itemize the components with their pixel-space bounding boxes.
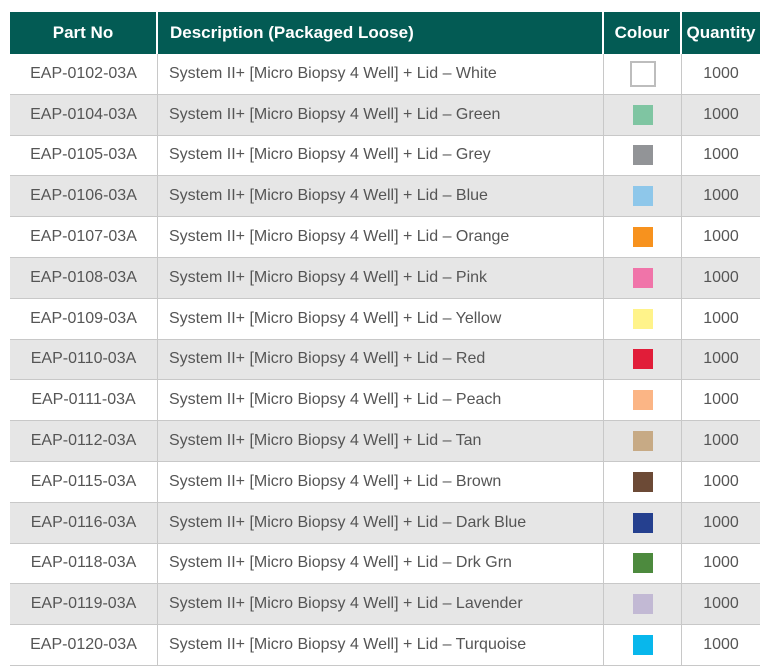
- cell-description: System II+ [Micro Biopsy 4 Well] + Lid –…: [158, 94, 604, 135]
- colour-swatch: [632, 308, 653, 329]
- colour-swatch: [632, 145, 653, 166]
- table-row[interactable]: EAP-0110-03A System II+ [Micro Biopsy 4 W…: [10, 339, 760, 381]
- cell-colour: [604, 625, 682, 665]
- colour-swatch: [632, 104, 653, 125]
- table-row[interactable]: EAP-0119-03A System II+ [Micro Biopsy 4 W…: [10, 584, 760, 626]
- cell-description: System II+ [Micro Biopsy 4 Well] + Lid –…: [158, 461, 604, 502]
- cell-quantity: 1000: [703, 105, 739, 123]
- cell-colour: [604, 54, 682, 94]
- table-row[interactable]: EAP-0109-03A System II+ [Micro Biopsy 4 W…: [10, 298, 760, 340]
- cell-quantity: 1000: [703, 64, 739, 82]
- cell-description: System II+ [Micro Biopsy 4 Well] + Lid –…: [158, 217, 604, 257]
- cell-part-no: EAP-0110-03A: [10, 339, 158, 380]
- colour-swatch: [632, 635, 653, 656]
- cell-quantity: 1000: [703, 309, 739, 327]
- header-quantity[interactable]: Quantity: [682, 12, 760, 54]
- cell-part-no: EAP-0116-03A: [10, 502, 158, 543]
- cell-colour: [604, 461, 682, 502]
- header-part-no[interactable]: Part No: [10, 12, 158, 54]
- header-colour[interactable]: Colour: [604, 12, 682, 54]
- cell-description: System II+ [Micro Biopsy 4 Well] + Lid –…: [158, 502, 604, 543]
- cell-description: System II+ [Micro Biopsy 4 Well] + Lid –…: [158, 135, 604, 176]
- cell-colour: [604, 257, 682, 298]
- colour-swatch: [632, 267, 653, 288]
- cell-quantity: 1000: [703, 432, 739, 450]
- table-row[interactable]: EAP-0111-03A System II+ [Micro Biopsy 4 W…: [10, 380, 760, 422]
- table-body: EAP-0102-03A System II+ [Micro Biopsy 4 W…: [10, 54, 760, 666]
- cell-quantity: 1000: [703, 146, 739, 164]
- colour-swatch: [632, 471, 653, 492]
- table-header: Part No Description (Packaged Loose) Col…: [10, 12, 760, 54]
- cell-quantity: 1000: [703, 391, 739, 409]
- cell-description: System II+ [Micro Biopsy 4 Well] + Lid –…: [158, 54, 604, 94]
- table-row[interactable]: EAP-0108-03A System II+ [Micro Biopsy 4 W…: [10, 257, 760, 299]
- cell-quantity: 1000: [703, 228, 739, 246]
- table-row[interactable]: EAP-0107-03A System II+ [Micro Biopsy 4 W…: [10, 217, 760, 258]
- cell-description: System II+ [Micro Biopsy 4 Well] + Lid –…: [158, 625, 604, 665]
- header-description[interactable]: Description (Packaged Loose): [158, 12, 604, 54]
- table-row[interactable]: EAP-0112-03A System II+ [Micro Biopsy 4 W…: [10, 421, 760, 462]
- product-table: Part No Description (Packaged Loose) Col…: [10, 12, 760, 666]
- cell-quantity: 1000: [703, 472, 739, 490]
- cell-quantity: 1000: [703, 268, 739, 286]
- cell-colour: [604, 421, 682, 461]
- cell-part-no: EAP-0104-03A: [10, 94, 158, 135]
- cell-part-no: EAP-0118-03A: [10, 543, 158, 584]
- cell-colour: [604, 339, 682, 380]
- cell-colour: [604, 135, 682, 176]
- cell-description: System II+ [Micro Biopsy 4 Well] + Lid –…: [158, 543, 604, 584]
- cell-description: System II+ [Micro Biopsy 4 Well] + Lid –…: [158, 257, 604, 298]
- cell-colour: [604, 543, 682, 584]
- table-row[interactable]: EAP-0104-03A System II+ [Micro Biopsy 4 W…: [10, 94, 760, 136]
- colour-swatch: [632, 390, 653, 411]
- cell-quantity: 1000: [703, 554, 739, 572]
- colour-swatch: [632, 227, 653, 248]
- cell-colour: [604, 380, 682, 421]
- colour-swatch: [632, 186, 653, 207]
- cell-colour: [604, 176, 682, 217]
- cell-quantity: 1000: [703, 595, 739, 613]
- colour-swatch: [632, 594, 653, 615]
- cell-description: System II+ [Micro Biopsy 4 Well] + Lid –…: [158, 176, 604, 217]
- cell-colour: [604, 502, 682, 543]
- cell-part-no: EAP-0111-03A: [10, 380, 158, 421]
- cell-quantity: 1000: [703, 350, 739, 368]
- colour-swatch: [629, 60, 656, 87]
- cell-part-no: EAP-0120-03A: [10, 625, 158, 665]
- cell-description: System II+ [Micro Biopsy 4 Well] + Lid –…: [158, 339, 604, 380]
- cell-colour: [604, 94, 682, 135]
- cell-part-no: EAP-0112-03A: [10, 421, 158, 461]
- cell-quantity: 1000: [703, 187, 739, 205]
- colour-swatch: [632, 431, 653, 452]
- cell-part-no: EAP-0107-03A: [10, 217, 158, 257]
- cell-colour: [604, 217, 682, 257]
- colour-swatch: [632, 349, 653, 370]
- colour-swatch: [632, 512, 653, 533]
- cell-part-no: EAP-0105-03A: [10, 135, 158, 176]
- cell-description: System II+ [Micro Biopsy 4 Well] + Lid –…: [158, 421, 604, 461]
- cell-part-no: EAP-0102-03A: [10, 54, 158, 94]
- table-row[interactable]: EAP-0118-03A System II+ [Micro Biopsy 4 W…: [10, 543, 760, 585]
- cell-part-no: EAP-0108-03A: [10, 257, 158, 298]
- cell-part-no: EAP-0106-03A: [10, 176, 158, 217]
- cell-part-no: EAP-0109-03A: [10, 298, 158, 339]
- table-row[interactable]: EAP-0105-03A System II+ [Micro Biopsy 4 W…: [10, 135, 760, 177]
- cell-colour: [604, 298, 682, 339]
- cell-quantity: 1000: [703, 513, 739, 531]
- table-row[interactable]: EAP-0115-03A System II+ [Micro Biopsy 4 W…: [10, 461, 760, 503]
- cell-part-no: EAP-0119-03A: [10, 584, 158, 625]
- cell-colour: [604, 584, 682, 625]
- table-row[interactable]: EAP-0106-03A System II+ [Micro Biopsy 4 W…: [10, 176, 760, 218]
- colour-swatch: [632, 553, 653, 574]
- cell-description: System II+ [Micro Biopsy 4 Well] + Lid –…: [158, 584, 604, 625]
- cell-description: System II+ [Micro Biopsy 4 Well] + Lid –…: [158, 298, 604, 339]
- cell-part-no: EAP-0115-03A: [10, 461, 158, 502]
- cell-quantity: 1000: [703, 636, 739, 654]
- cell-description: System II+ [Micro Biopsy 4 Well] + Lid –…: [158, 380, 604, 421]
- table-row[interactable]: EAP-0102-03A System II+ [Micro Biopsy 4 W…: [10, 54, 760, 95]
- table-row[interactable]: EAP-0116-03A System II+ [Micro Biopsy 4 W…: [10, 502, 760, 544]
